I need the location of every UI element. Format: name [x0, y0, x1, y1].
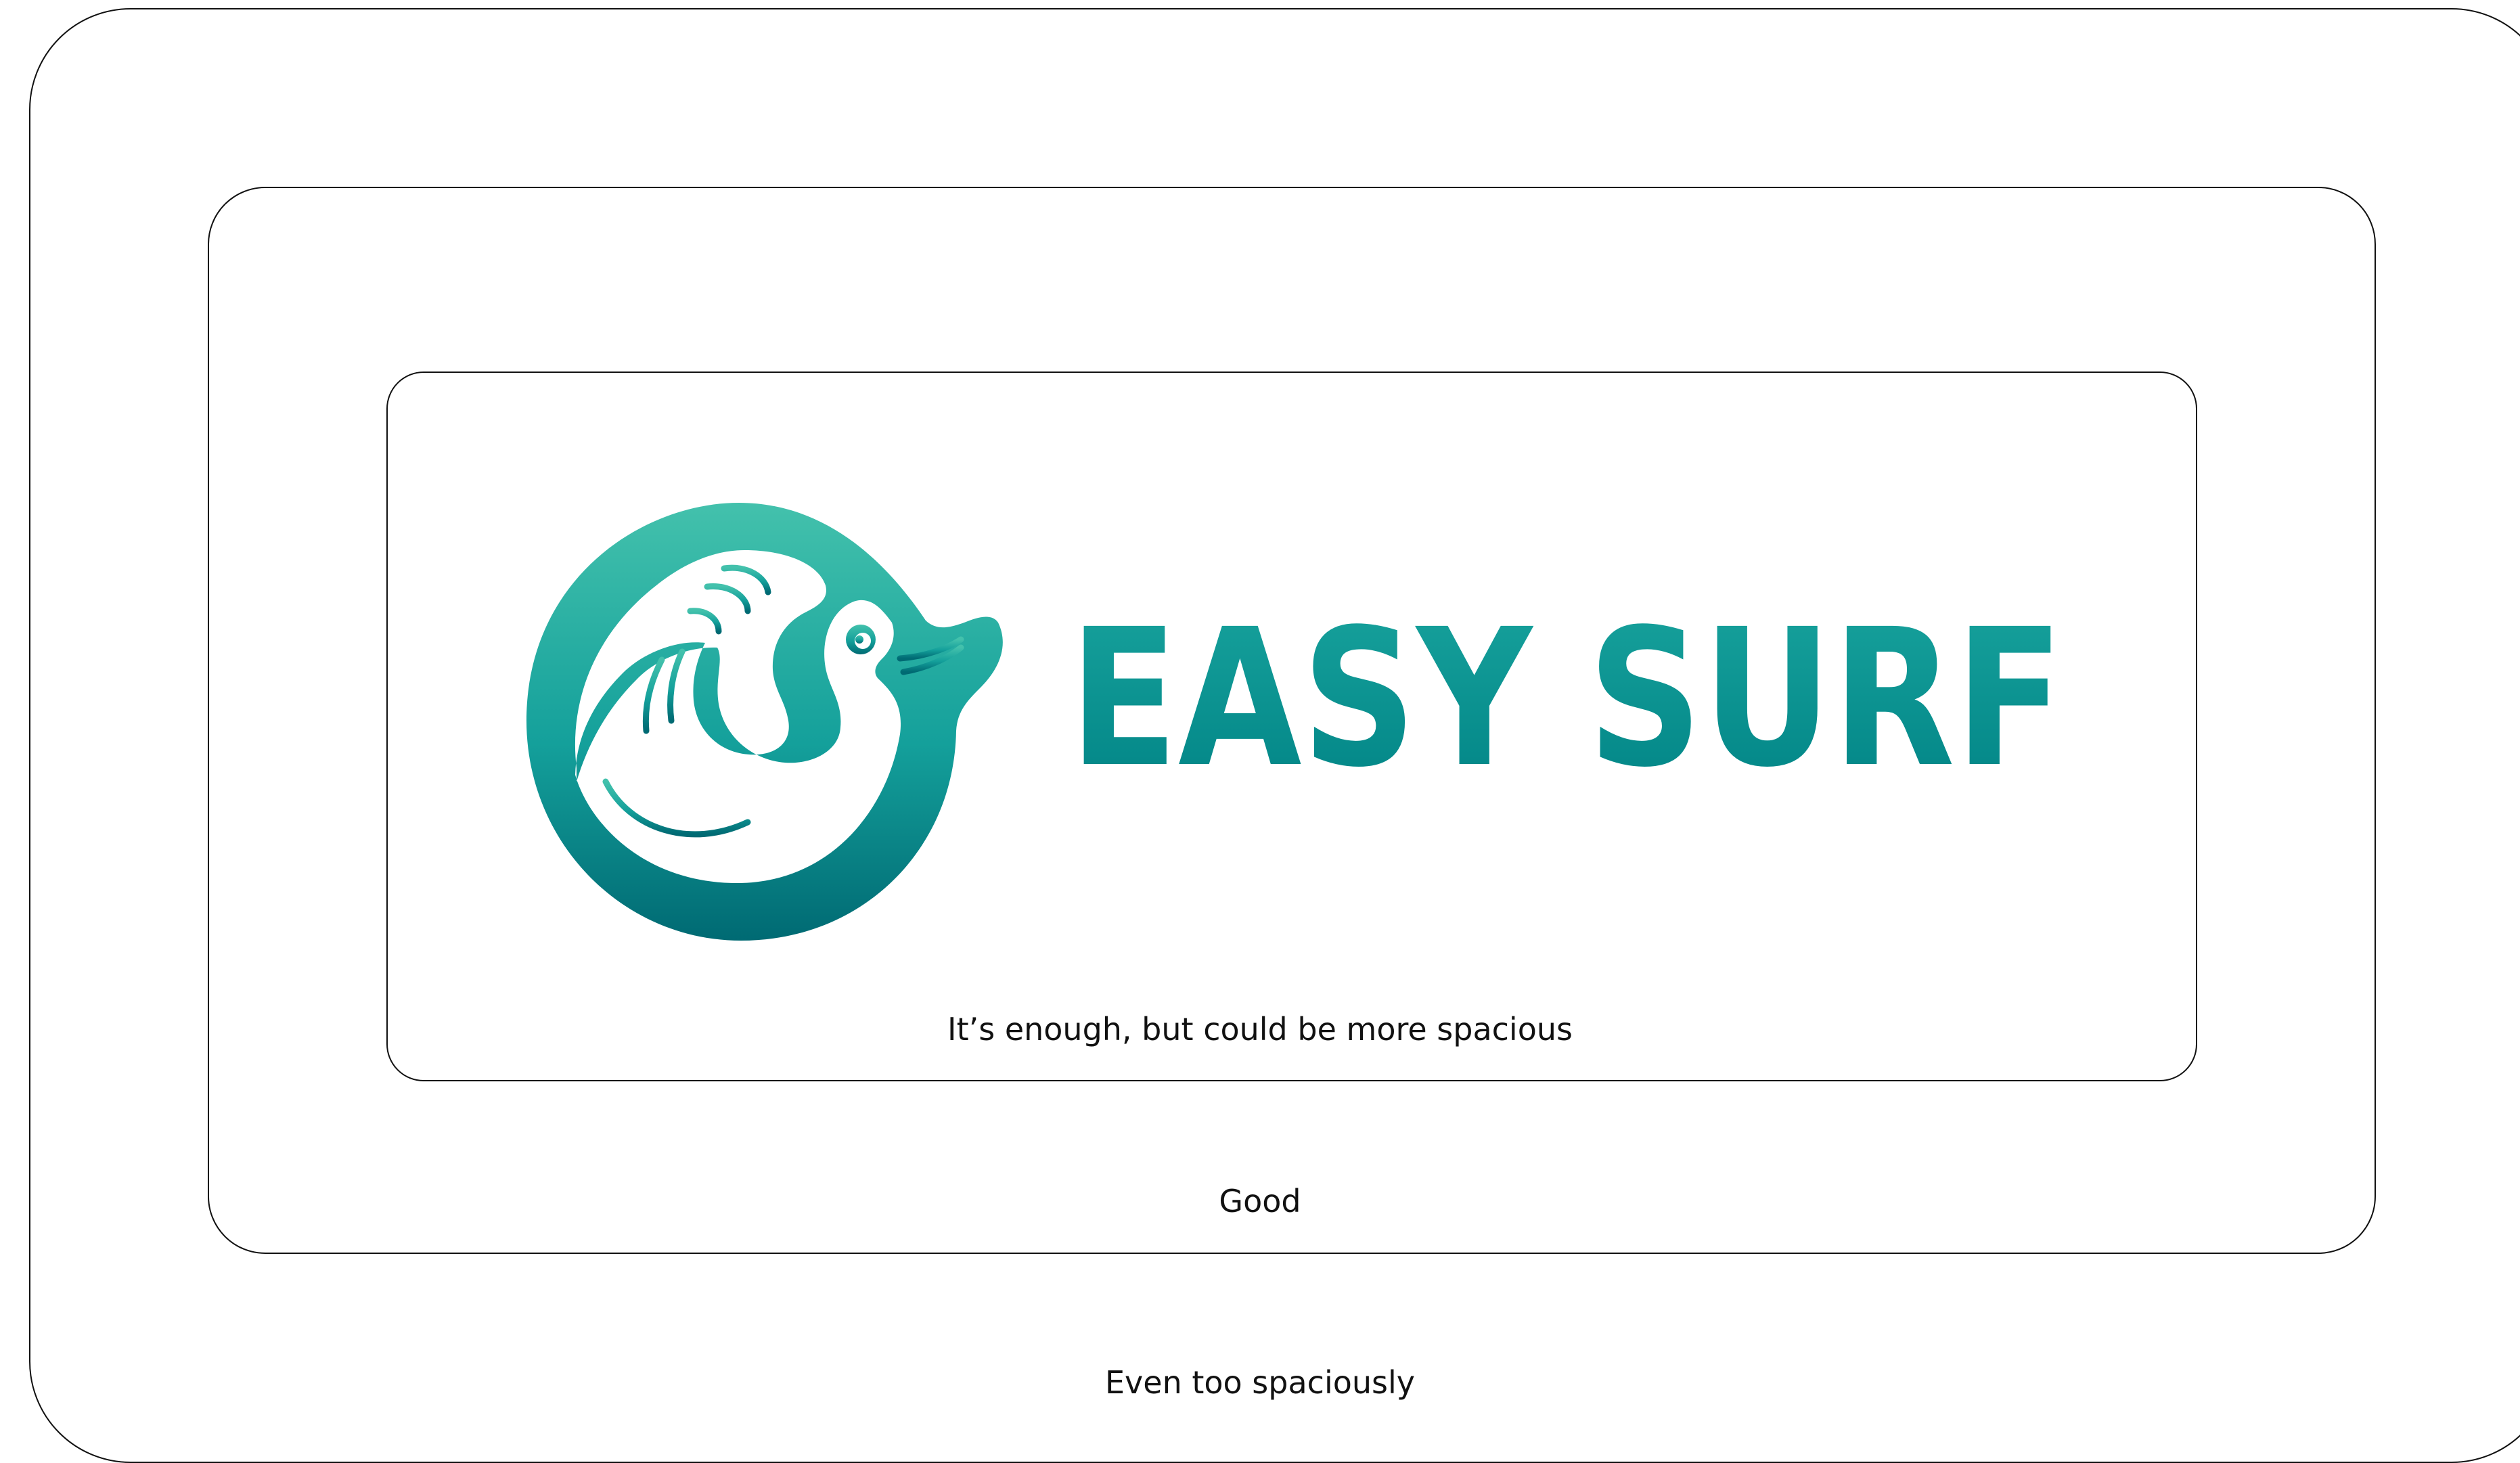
caption-inner-frame: It’s enough, but could be more spacious	[947, 1011, 1573, 1048]
logo-wordmark: EASY SURF	[1069, 621, 2064, 783]
caption-outer-frame: Even too spaciously	[1104, 1364, 1415, 1401]
wordmark-text: EASY SURF	[1069, 621, 2064, 783]
caption-middle-frame: Good	[1219, 1183, 1301, 1219]
surf-wave-bird-icon	[526, 503, 1003, 941]
easy-surf-logo: EASY SURF	[521, 497, 2071, 944]
